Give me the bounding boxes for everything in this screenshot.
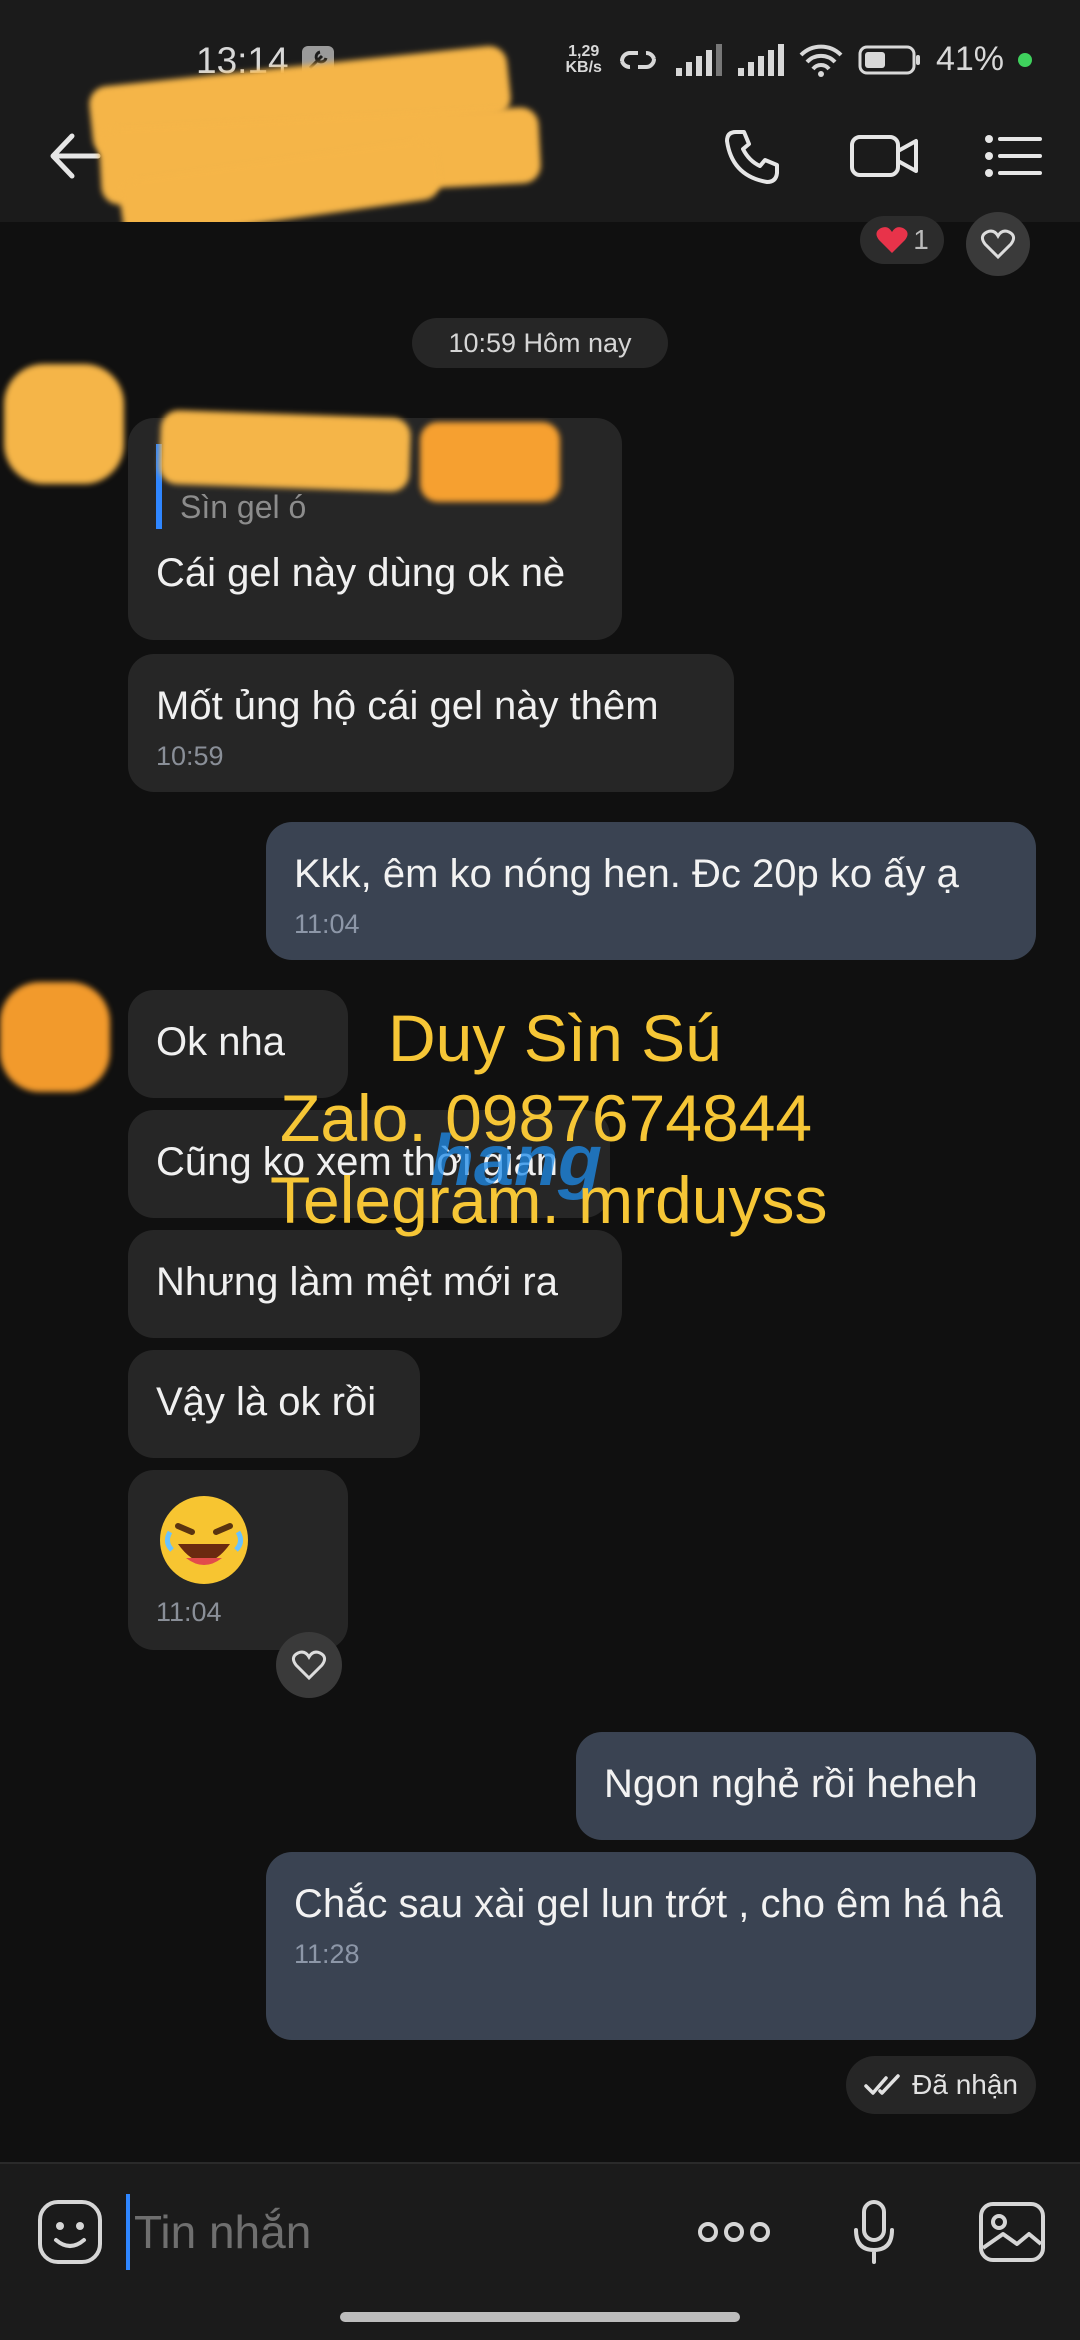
message-input[interactable] xyxy=(126,2194,686,2270)
message-bubble-outgoing[interactable]: Kkk, êm ko nóng hen. Đc 20p ko ấy ạ 11:0… xyxy=(266,822,1036,960)
link-icon xyxy=(619,50,656,69)
message-text: Vậy là ok rồi xyxy=(156,1380,377,1424)
watermark-line: Zalo. 0987674844 xyxy=(280,1081,813,1155)
message-text: Nhưng làm mệt mới ra xyxy=(156,1260,558,1304)
message-text: Ok nha xyxy=(156,1020,285,1064)
message-bubble-incoming[interactable]: Nhưng làm mệt mới ra xyxy=(128,1230,622,1338)
more-options-button[interactable] xyxy=(694,2192,774,2272)
video-call-button[interactable] xyxy=(846,118,922,194)
voice-message-button[interactable] xyxy=(834,2192,914,2272)
date-divider: 10:59 Hôm nay xyxy=(412,318,668,368)
redaction-mark xyxy=(420,422,560,502)
status-bar: 13:14 1,29 KB/s 41% xyxy=(0,0,1080,90)
home-indicator[interactable] xyxy=(340,2312,740,2322)
message-bubble-outgoing[interactable]: Chắc sau xài gel lun trớt , cho êm há hâ… xyxy=(266,1852,1036,2040)
composer-bar xyxy=(0,2162,1080,2340)
avatar-redacted xyxy=(0,982,110,1092)
laughing-face-emoji xyxy=(160,1496,248,1584)
menu-icon xyxy=(985,135,1042,177)
message-bubble-outgoing[interactable]: Ngon nghẻ rồi heheh xyxy=(576,1732,1036,1840)
message-bubble-incoming[interactable]: Vậy là ok rồi xyxy=(128,1350,420,1458)
delivery-status-text: Đã nhận xyxy=(912,2069,1018,2100)
battery-icon xyxy=(858,45,920,74)
message-bubble-incoming[interactable]: Mốt ủng hộ cái gel này thêm 10:59 xyxy=(128,654,734,792)
message-text: Kkk, êm ko nóng hen. Đc 20p ko ấy ạ xyxy=(294,852,959,896)
phone-icon xyxy=(725,130,779,184)
network-speed: 1,29 KB/s xyxy=(565,42,602,76)
react-button[interactable] xyxy=(966,212,1030,276)
battery-level: 41% xyxy=(935,40,1004,78)
privacy-indicator xyxy=(1018,52,1032,67)
message-bubble-incoming[interactable]: 11:04 xyxy=(128,1470,348,1650)
message-text: Chắc sau xài gel lun trớt , cho êm há hâ xyxy=(294,1882,1003,1926)
watermark-line: Telegram. mrduyss xyxy=(270,1163,828,1237)
wifi-icon xyxy=(799,44,843,77)
message-time: 11:04 xyxy=(294,909,360,939)
reaction-count: 1 xyxy=(913,224,929,255)
delivery-status: Đã nhận xyxy=(846,2056,1036,2114)
redaction-mark xyxy=(158,409,412,493)
message-time: 10:59 xyxy=(156,741,224,771)
reaction-chip[interactable]: 1 xyxy=(860,216,944,264)
heart-reaction-icon xyxy=(876,227,908,253)
avatar-redacted xyxy=(4,364,124,484)
signal-icon-2 xyxy=(737,43,784,76)
message-time: 11:04 xyxy=(156,1597,222,1627)
message-text: Mốt ủng hộ cái gel này thêm xyxy=(156,684,659,728)
call-button[interactable] xyxy=(714,118,790,194)
sticker-face-icon xyxy=(38,2200,102,2264)
sticker-button[interactable] xyxy=(30,2192,110,2272)
menu-button[interactable] xyxy=(976,118,1052,194)
status-icons: 1,29 KB/s 41% xyxy=(565,40,1032,79)
microphone-icon xyxy=(854,2200,894,2264)
gallery-button[interactable] xyxy=(972,2192,1052,2272)
message-text: Ngon nghẻ rồi heheh xyxy=(604,1762,978,1806)
heart-outline-icon xyxy=(980,229,1016,260)
video-camera-icon xyxy=(850,135,918,177)
signal-icon-1 xyxy=(675,43,722,76)
more-dots-icon xyxy=(698,2222,770,2242)
message-time: 11:28 xyxy=(294,1939,360,1969)
watermark-line: Duy Sìn Sú xyxy=(388,1001,722,1075)
double-check-icon xyxy=(864,2074,900,2095)
message-text: Cái gel này dùng ok nè xyxy=(156,551,566,596)
heart-outline-icon xyxy=(291,1650,327,1681)
image-gallery-icon xyxy=(979,2202,1045,2262)
react-button[interactable] xyxy=(276,1632,342,1698)
